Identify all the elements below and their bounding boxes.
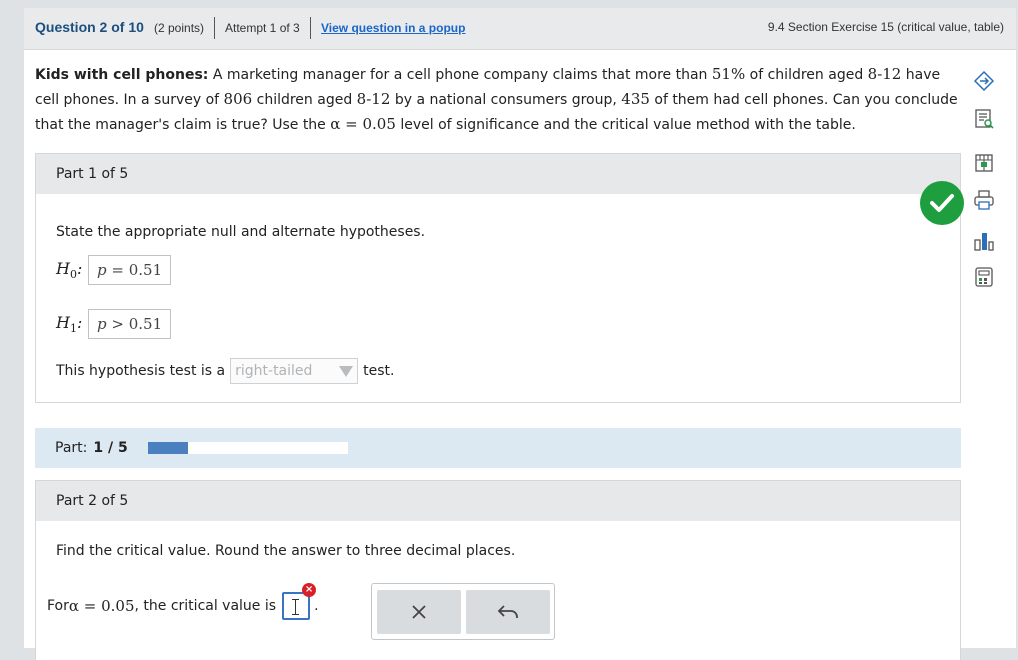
crit-prefix: For bbox=[47, 598, 69, 614]
alt-hypothesis-row: H1: p > 0.51 bbox=[56, 309, 172, 339]
clear-icon bbox=[412, 605, 426, 619]
h1-expression: > 0.51 bbox=[106, 315, 163, 333]
h1-label: H1: bbox=[56, 312, 83, 336]
question-math: 51% bbox=[711, 65, 746, 83]
h0-label: H0: bbox=[56, 258, 83, 282]
part-1-title: Part 1 of 5 bbox=[56, 166, 129, 182]
part-1-panel: Part 1 of 5 State the appropriate null a… bbox=[35, 153, 961, 403]
divider bbox=[310, 17, 311, 39]
crit-middle: , the critical value is bbox=[134, 598, 277, 614]
crit-suffix: . bbox=[314, 598, 319, 614]
view-popup-link[interactable]: View question in a popup bbox=[321, 21, 465, 35]
h0-variable: p bbox=[97, 261, 107, 279]
h1-symbol: H bbox=[56, 312, 70, 332]
question-math: 8-12 bbox=[867, 65, 902, 83]
question-frame: Question 2 of 10 (2 points) Attempt 1 of… bbox=[24, 8, 1016, 660]
checkmark-icon bbox=[920, 181, 964, 225]
question-math: 806 bbox=[223, 90, 253, 108]
question-segment: of children aged bbox=[745, 67, 868, 83]
tail-prefix: This hypothesis test is a bbox=[56, 363, 226, 379]
part-2-header: Part 2 of 5 bbox=[36, 481, 960, 521]
tail-type-row: This hypothesis test is a right-tailed t… bbox=[56, 358, 394, 384]
h1-variable: p bbox=[97, 315, 107, 333]
move-icon[interactable] bbox=[969, 66, 999, 96]
question-header: Question 2 of 10 (2 points) Attempt 1 of… bbox=[24, 8, 1016, 50]
null-hypothesis-row: H0: p = 0.51 bbox=[56, 255, 172, 285]
progress-fill bbox=[147, 442, 188, 454]
attempt-label: Attempt 1 of 3 bbox=[225, 21, 300, 35]
undo-icon bbox=[497, 605, 518, 618]
alt-hypothesis-answer[interactable]: p > 0.51 bbox=[88, 309, 172, 339]
question-math: 435 bbox=[621, 90, 650, 108]
section-title: 9.4 Section Exercise 15 (critical value,… bbox=[767, 20, 1004, 34]
question-number: Question 2 of 10 bbox=[35, 19, 144, 35]
error-icon: × bbox=[302, 583, 317, 597]
part-1-header: Part 1 of 5 bbox=[36, 154, 960, 194]
progress-value: 1 / 5 bbox=[93, 440, 128, 456]
chevron-down-icon bbox=[339, 365, 354, 377]
h1-subscript: 1 bbox=[69, 322, 77, 336]
question-title: Kids with cell phones: bbox=[35, 67, 209, 83]
part-progress: Part: 1 / 5 bbox=[35, 428, 961, 468]
tail-type-value: right-tailed bbox=[235, 363, 313, 379]
part-2-instruction: Find the critical value. Round the answe… bbox=[56, 543, 516, 559]
question-segment: A marketing manager for a cell phone com… bbox=[208, 67, 712, 83]
text-cursor bbox=[292, 599, 300, 615]
question-segment: level of significance and the critical v… bbox=[395, 117, 856, 133]
h0-symbol: H bbox=[56, 258, 70, 278]
divider bbox=[214, 17, 215, 39]
question-math: α = 0.05 bbox=[330, 115, 396, 133]
answer-keypad bbox=[371, 583, 555, 640]
tail-type-dropdown[interactable]: right-tailed bbox=[230, 358, 359, 384]
part-2-title: Part 2 of 5 bbox=[56, 493, 129, 509]
question-segment: by a national consumers group, bbox=[390, 92, 622, 108]
points-label: (2 points) bbox=[154, 21, 205, 35]
clear-button[interactable] bbox=[377, 590, 461, 634]
tail-suffix: test. bbox=[363, 363, 395, 379]
question-segment: children aged bbox=[252, 92, 357, 108]
document-search-icon[interactable] bbox=[969, 104, 999, 134]
crit-alpha: α = 0.05 bbox=[68, 597, 135, 615]
h0-expression: = 0.51 bbox=[106, 261, 163, 279]
print-icon[interactable] bbox=[969, 185, 999, 215]
critical-value-input[interactable]: × bbox=[282, 583, 317, 620]
calculator-icon[interactable] bbox=[969, 262, 999, 292]
h0-subscript: 0 bbox=[69, 268, 77, 282]
bar-chart-icon[interactable] bbox=[969, 226, 999, 256]
null-hypothesis-answer[interactable]: p = 0.51 bbox=[88, 255, 172, 285]
question-text: Kids with cell phones: A marketing manag… bbox=[35, 62, 965, 137]
progress-track bbox=[147, 442, 348, 454]
part-1-instruction: State the appropriate null and alternate… bbox=[56, 224, 426, 240]
progress-label: Part: bbox=[55, 440, 88, 456]
undo-button[interactable] bbox=[466, 590, 550, 634]
question-math: 8-12 bbox=[356, 90, 391, 108]
critical-value-row: For α = 0.05 , the critical value is × . bbox=[47, 583, 319, 620]
table-icon[interactable] bbox=[969, 148, 999, 178]
